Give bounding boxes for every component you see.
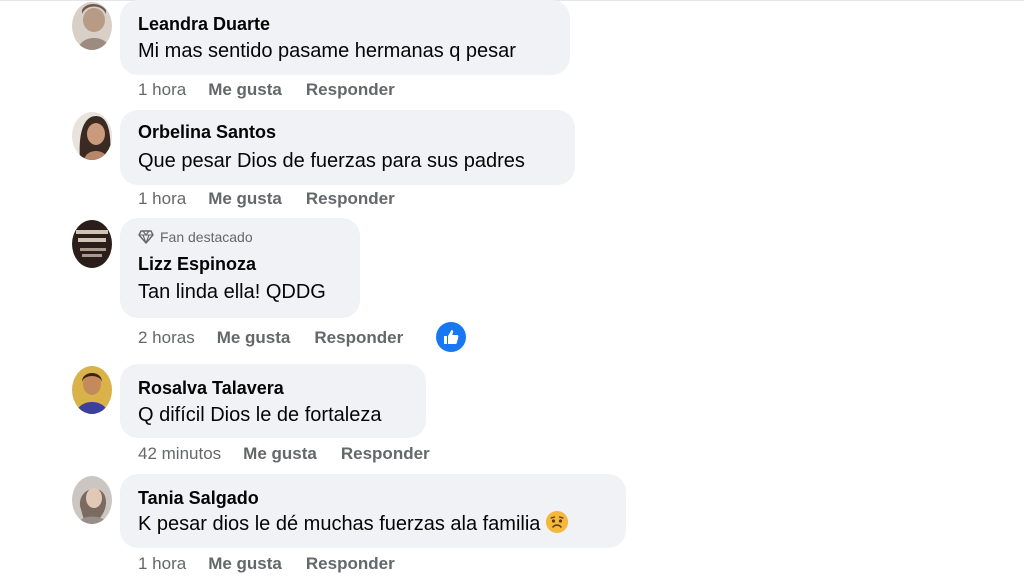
reply-button[interactable]: Responder [314, 328, 403, 348]
top-fan-badge: Fan destacado [138, 228, 342, 246]
like-button[interactable]: Me gusta [217, 328, 291, 348]
avatar[interactable] [72, 112, 112, 160]
avatar[interactable] [72, 2, 112, 50]
comment-actions: 1 hora Me gusta Responder [138, 78, 395, 102]
reply-button[interactable]: Responder [306, 189, 395, 209]
comment-time[interactable]: 1 hora [138, 554, 186, 574]
comment-bubble: Tania Salgado K pesar dios le dé muchas … [120, 474, 626, 548]
comment-actions: 2 horas Me gusta Responder [138, 326, 403, 350]
comment-bubble: Orbelina Santos Que pesar Dios de fuerza… [120, 110, 575, 185]
comment-author[interactable]: Tania Salgado [138, 487, 608, 509]
comment-text: Tan linda ella! QDDG [138, 281, 326, 303]
comment-actions: 1 hora Me gusta Responder [138, 187, 395, 211]
comment-time[interactable]: 1 hora [138, 80, 186, 100]
comment-text-content: K pesar dios le dé muchas fuerzas ala fa… [138, 513, 541, 535]
like-button[interactable]: Me gusta [243, 444, 317, 464]
comment-time[interactable]: 1 hora [138, 189, 186, 209]
comment-actions: 1 hora Me gusta Responder [138, 552, 395, 576]
comment-bubble: Leandra Duarte Mi mas sentido pasame her… [120, 0, 570, 75]
like-icon[interactable] [436, 322, 466, 352]
sad-face-emoji [546, 511, 569, 533]
avatar[interactable] [72, 366, 112, 414]
like-button[interactable]: Me gusta [208, 554, 282, 574]
comments-thread: Leandra Duarte Mi mas sentido pasame her… [0, 0, 1024, 576]
comment-bubble: Fan destacado Lizz Espinoza Tan linda el… [120, 218, 360, 318]
comment-time[interactable]: 42 minutos [138, 444, 221, 464]
comment-time[interactable]: 2 horas [138, 328, 195, 348]
comment-author[interactable]: Leandra Duarte [138, 13, 552, 35]
comment-text: Que pesar Dios de fuerzas para sus padre… [138, 150, 525, 172]
badge-label: Fan destacado [160, 229, 253, 245]
comment-text: K pesar dios le dé muchas fuerzas ala fa… [138, 511, 608, 537]
like-button[interactable]: Me gusta [208, 189, 282, 209]
comment-bubble: Rosalva Talavera Q difícil Dios le de fo… [120, 364, 426, 438]
avatar[interactable] [72, 220, 112, 268]
comment-actions: 42 minutos Me gusta Responder [138, 442, 430, 466]
reply-button[interactable]: Responder [306, 554, 395, 574]
comment-text: Q difícil Dios le de fortaleza [138, 404, 382, 426]
like-button[interactable]: Me gusta [208, 80, 282, 100]
reply-button[interactable]: Responder [306, 80, 395, 100]
comment-author[interactable]: Lizz Espinoza [138, 253, 342, 275]
comment-author[interactable]: Orbelina Santos [138, 121, 557, 143]
diamond-icon [138, 230, 154, 244]
comment-author[interactable]: Rosalva Talavera [138, 377, 408, 399]
comment-text: Mi mas sentido pasame hermanas q pesar [138, 40, 516, 62]
avatar[interactable] [72, 476, 112, 524]
reply-button[interactable]: Responder [341, 444, 430, 464]
